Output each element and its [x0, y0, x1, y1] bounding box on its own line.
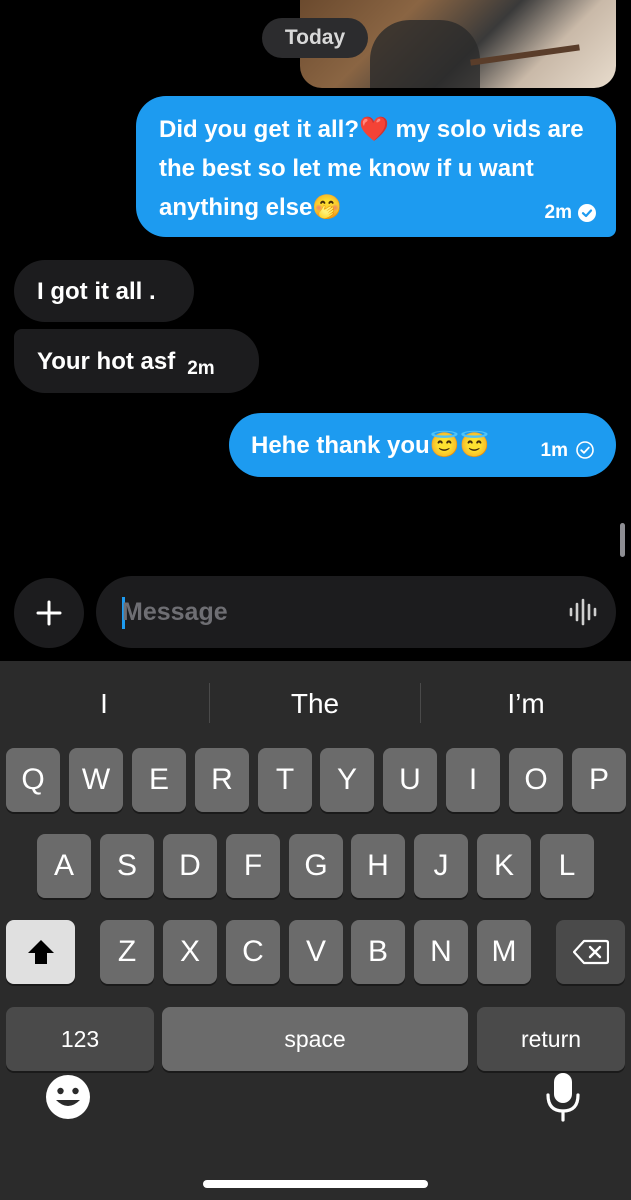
key-o[interactable]: O	[509, 748, 563, 812]
key-y[interactable]: Y	[320, 748, 374, 812]
message-bubble-outgoing[interactable]: Hehe thank you😇😇 1m	[229, 413, 616, 477]
key-f[interactable]: F	[226, 834, 280, 898]
message-text: Hehe thank you😇😇	[251, 431, 490, 459]
key-a[interactable]: A	[37, 834, 91, 898]
key-b[interactable]: B	[351, 920, 405, 984]
key-v[interactable]: V	[289, 920, 343, 984]
shift-key[interactable]	[6, 920, 75, 984]
return-key[interactable]: return	[477, 1007, 625, 1071]
key-i[interactable]: I	[446, 748, 500, 812]
plus-icon	[36, 600, 62, 626]
key-q[interactable]: Q	[6, 748, 60, 812]
emoji-icon[interactable]	[45, 1074, 91, 1120]
message-text: Did you get it all?❤️ my solo vids are t…	[159, 116, 584, 221]
numbers-key[interactable]: 123	[6, 1007, 154, 1071]
key-m[interactable]: M	[477, 920, 531, 984]
message-bubble-incoming[interactable]: I got it all .	[14, 260, 194, 322]
key-j[interactable]: J	[414, 834, 468, 898]
scrollbar[interactable]	[620, 523, 625, 557]
key-g[interactable]: G	[289, 834, 343, 898]
key-k[interactable]: K	[477, 834, 531, 898]
key-t[interactable]: T	[258, 748, 312, 812]
key-n[interactable]: N	[414, 920, 468, 984]
message-meta: 2m	[545, 203, 596, 223]
shift-icon	[27, 940, 54, 964]
backspace-key[interactable]	[556, 920, 625, 984]
image-content-detail	[470, 44, 580, 66]
key-x[interactable]: X	[163, 920, 217, 984]
key-e[interactable]: E	[132, 748, 186, 812]
message-bubble-outgoing[interactable]: Did you get it all?❤️ my solo vids are t…	[136, 96, 616, 237]
message-text: I got it all .	[37, 277, 156, 305]
message-time: 2m	[187, 357, 215, 379]
image-content	[370, 20, 480, 88]
message-time: 2m	[544, 202, 572, 223]
key-d[interactable]: D	[163, 834, 217, 898]
message-bubble-incoming[interactable]: Your hot asf 2m	[14, 329, 259, 393]
key-u[interactable]: U	[383, 748, 437, 812]
suggestion-2[interactable]: The	[210, 661, 420, 747]
key-h[interactable]: H	[351, 834, 405, 898]
key-p[interactable]: P	[572, 748, 626, 812]
key-w[interactable]: W	[69, 748, 123, 812]
sent-check-icon	[576, 441, 594, 459]
add-attachment-button[interactable]	[14, 578, 84, 648]
key-l[interactable]: L	[540, 834, 594, 898]
space-key[interactable]: space	[162, 1007, 468, 1071]
message-input[interactable]: Message	[96, 576, 616, 648]
key-z[interactable]: Z	[100, 920, 154, 984]
message-time: 1m	[540, 439, 568, 461]
suggestion-1[interactable]: I	[0, 661, 208, 747]
key-c[interactable]: C	[226, 920, 280, 984]
read-check-icon	[578, 204, 596, 222]
suggestion-3[interactable]: I’m	[421, 661, 631, 747]
home-indicator[interactable]	[203, 1180, 428, 1188]
keyboard: I The I’m Q W E R T Y U I O P A S D F G …	[0, 661, 631, 1200]
message-placeholder: Message	[122, 598, 228, 626]
key-s[interactable]: S	[100, 834, 154, 898]
voice-wave-icon[interactable]	[568, 598, 598, 626]
backspace-icon	[572, 939, 609, 965]
key-r[interactable]: R	[195, 748, 249, 812]
message-text: Your hot asf	[37, 347, 176, 375]
microphone-icon[interactable]	[545, 1071, 581, 1123]
date-separator: Today	[262, 18, 368, 58]
